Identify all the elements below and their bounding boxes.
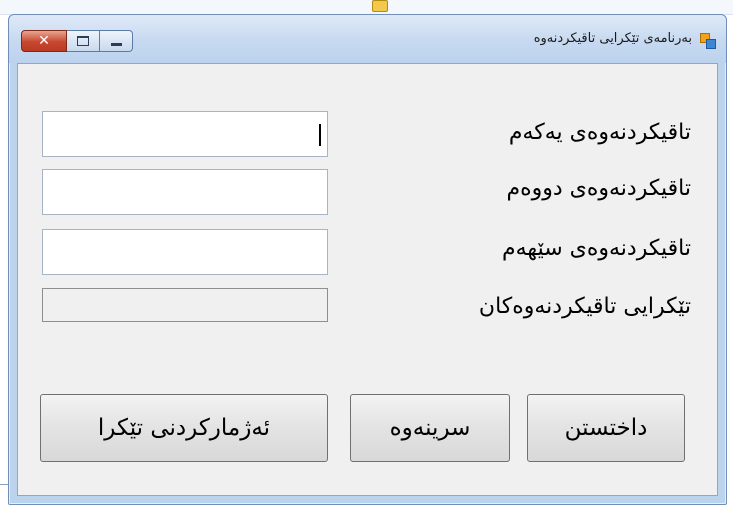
average-label: تێکرایی تاقیکردنەوەکان xyxy=(478,294,691,319)
background-divider xyxy=(0,484,8,485)
close-icon: ✕ xyxy=(38,33,50,49)
minimize-icon xyxy=(110,42,122,46)
close-button[interactable]: ✕ xyxy=(21,30,67,52)
background-window-strip xyxy=(0,0,733,15)
maximize-button[interactable] xyxy=(67,30,100,52)
background-app-icon xyxy=(372,0,388,12)
close-app-button[interactable]: داختستن xyxy=(527,394,685,462)
average-result-field xyxy=(42,288,328,322)
maximize-icon xyxy=(77,36,89,46)
first-test-input[interactable] xyxy=(42,111,328,157)
second-test-input[interactable] xyxy=(42,169,328,215)
caption-buttons: ✕ xyxy=(21,30,133,52)
clear-button[interactable]: سرینەوە xyxy=(350,394,510,462)
calculate-average-button[interactable]: ئەژمارکردنی تێکرا xyxy=(40,394,328,462)
third-test-input[interactable] xyxy=(42,229,328,275)
minimize-button[interactable] xyxy=(100,30,133,52)
form-client-area: تاقیکردنەوەی یەکەم تاقیکردنەوەی دووەم تا… xyxy=(17,63,718,496)
text-caret xyxy=(319,124,321,146)
title-bar[interactable]: ✕ بەرنامەی تێکرایی تاقیکردنەوە xyxy=(9,15,726,63)
first-test-label: تاقیکردنەوەی یەکەم xyxy=(508,120,691,145)
app-window: ✕ بەرنامەی تێکرایی تاقیکردنەوە تاقیکردنە… xyxy=(8,14,727,505)
window-title: بەرنامەی تێکرایی تاقیکردنەوە xyxy=(533,31,692,46)
third-test-label: تاقیکردنەوەی سێهەم xyxy=(502,236,691,261)
second-test-label: تاقیکردنەوەی دووەم xyxy=(506,176,691,201)
app-icon xyxy=(700,33,716,49)
